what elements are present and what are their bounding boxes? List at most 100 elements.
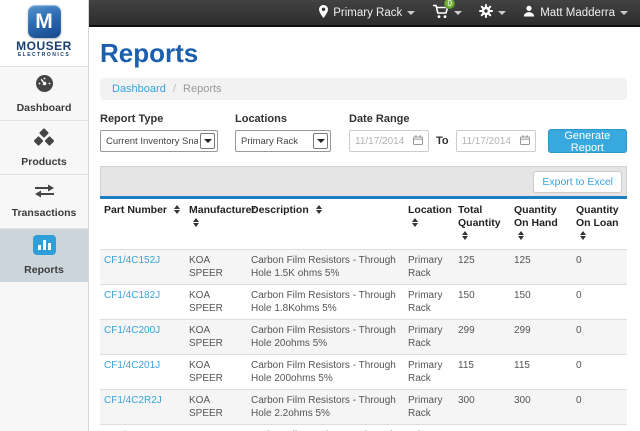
column-header-total-quantity[interactable]: Total Quantity bbox=[454, 198, 510, 250]
cell-part-number: CF1/4C152J bbox=[100, 250, 185, 285]
cell-quantity-on-loan: 0 bbox=[572, 355, 627, 390]
chevron-down-icon bbox=[620, 11, 628, 15]
chevron-down-icon bbox=[313, 133, 328, 149]
part-number-link[interactable]: CF1/4C200J bbox=[104, 325, 160, 336]
column-header-location[interactable]: Location bbox=[404, 198, 454, 250]
part-number-link[interactable]: CF1/4C2R2J bbox=[104, 395, 162, 406]
sidebar-item-dashboard[interactable]: Dashboard bbox=[0, 66, 88, 120]
chevron-down-icon bbox=[407, 11, 415, 15]
column-header-quantity-on-loan[interactable]: Quantity On Loan bbox=[572, 198, 627, 250]
cell-total-quantity: 150 bbox=[454, 285, 510, 320]
sort-icon bbox=[174, 205, 180, 214]
report-type-select[interactable]: Current Inventory Snapshot bbox=[100, 130, 218, 152]
cell-quantity-on-hand: 150 bbox=[510, 425, 572, 431]
cell-manufacturer: KOA SPEER bbox=[185, 250, 247, 285]
table-toolbar: Export to Excel bbox=[100, 166, 627, 196]
cubes-icon bbox=[33, 128, 55, 152]
cell-location: Primary Rack bbox=[404, 285, 454, 320]
cell-part-number: CF1/4C201J bbox=[100, 355, 185, 390]
date-to-value: 11/17/2014 bbox=[462, 136, 511, 147]
settings-menu[interactable] bbox=[479, 4, 506, 21]
sort-icon bbox=[580, 231, 586, 240]
cell-part-number: CF1/4C182J bbox=[100, 285, 185, 320]
locations-value: Primary Rack bbox=[241, 136, 311, 147]
locations-group: Locations Primary Rack bbox=[235, 113, 331, 152]
breadcrumb-current: Reports bbox=[183, 83, 222, 95]
cell-total-quantity: 115 bbox=[454, 355, 510, 390]
chevron-down-icon bbox=[200, 133, 215, 149]
part-number-link[interactable]: CF1/4C152J bbox=[104, 255, 160, 266]
cell-manufacturer: KOA SPEER bbox=[185, 425, 247, 431]
table-row: CF1/4C201JKOA SPEERCarbon Film Resistors… bbox=[100, 355, 627, 390]
sidebar-item-products[interactable]: Products bbox=[0, 120, 88, 174]
cell-part-number: CF1/4C2R2J bbox=[100, 390, 185, 425]
table-header: Part Number Manufacturer Description Loc… bbox=[100, 198, 627, 250]
breadcrumb-dashboard-link[interactable]: Dashboard bbox=[112, 83, 166, 95]
part-number-link[interactable]: CF1/4C201J bbox=[104, 360, 160, 371]
column-label: Quantity On Hand bbox=[514, 204, 558, 229]
transfer-arrows-icon bbox=[34, 184, 55, 203]
breadcrumb: Dashboard / Reports bbox=[100, 78, 627, 100]
cell-location: Primary Rack bbox=[404, 425, 454, 431]
cell-description: Carbon Film Resistors - Through Hole 1.8… bbox=[247, 285, 404, 320]
page-title: Reports bbox=[100, 38, 627, 69]
cell-location: Primary Rack bbox=[404, 390, 454, 425]
column-header-manufacturer[interactable]: Manufacturer bbox=[185, 198, 247, 250]
cell-quantity-on-loan: 0 bbox=[572, 285, 627, 320]
user-menu[interactable]: Matt Madderra bbox=[523, 5, 628, 20]
date-to-label: To bbox=[436, 135, 449, 147]
sidebar-nav: Dashboard Products bbox=[0, 66, 88, 282]
cell-quantity-on-hand: 125 bbox=[510, 250, 572, 285]
sidebar-item-label: Products bbox=[21, 156, 67, 168]
sidebar-item-reports[interactable]: Reports bbox=[0, 228, 88, 282]
cell-quantity-on-hand: 299 bbox=[510, 320, 572, 355]
cart-count-badge: 0 bbox=[444, 0, 455, 9]
sidebar-item-label: Dashboard bbox=[17, 102, 72, 114]
column-header-description[interactable]: Description bbox=[247, 198, 404, 250]
report-type-value: Current Inventory Snapshot bbox=[106, 136, 198, 147]
report-type-group: Report Type Current Inventory Snapshot bbox=[100, 113, 218, 152]
cart-icon: 0 bbox=[432, 4, 449, 22]
chevron-down-icon bbox=[498, 11, 506, 15]
date-from-input[interactable]: 11/17/2014 bbox=[349, 130, 429, 152]
sort-icon bbox=[412, 218, 418, 227]
column-label: Location bbox=[408, 204, 452, 216]
generate-report-button[interactable]: Generate Report bbox=[548, 129, 627, 153]
sidebar-item-transactions[interactable]: Transactions bbox=[0, 174, 88, 228]
brand-name: MOUSER bbox=[0, 39, 88, 53]
app-window: M MOUSER ELECTRONICS Dashboard bbox=[0, 0, 640, 431]
cell-manufacturer: KOA SPEER bbox=[185, 320, 247, 355]
cell-manufacturer: KOA SPEER bbox=[185, 285, 247, 320]
report-panel: Export to Excel Part Number Manufacturer… bbox=[100, 166, 627, 431]
column-header-quantity-on-hand[interactable]: Quantity On Hand bbox=[510, 198, 572, 250]
export-to-excel-button[interactable]: Export to Excel bbox=[533, 171, 622, 193]
logo-letter: M bbox=[35, 10, 53, 33]
mouser-logo-icon: M bbox=[28, 5, 61, 38]
column-header-part-number[interactable]: Part Number bbox=[100, 198, 185, 250]
report-type-label: Report Type bbox=[100, 113, 218, 125]
cell-quantity-on-hand: 115 bbox=[510, 355, 572, 390]
brand-logo[interactable]: M MOUSER ELECTRONICS bbox=[0, 0, 88, 66]
cell-description: Carbon Film Resistors - Through Hole 3.3… bbox=[247, 425, 404, 431]
cell-location: Primary Rack bbox=[404, 320, 454, 355]
cell-quantity-on-hand: 150 bbox=[510, 285, 572, 320]
location-label: Primary Rack bbox=[333, 7, 402, 19]
location-pin-icon bbox=[319, 5, 328, 21]
cart-menu[interactable]: 0 bbox=[432, 4, 462, 22]
sidebar-item-label: Transactions bbox=[12, 207, 77, 219]
sort-icon bbox=[518, 231, 524, 240]
topbar: Primary Rack 0 bbox=[89, 0, 640, 27]
locations-select[interactable]: Primary Rack bbox=[235, 130, 331, 152]
part-number-link[interactable]: CF1/4C182J bbox=[104, 290, 160, 301]
bar-chart-icon bbox=[33, 235, 56, 260]
column-label: Quantity On Loan bbox=[576, 204, 619, 229]
date-to-input[interactable]: 11/17/2014 bbox=[456, 130, 536, 152]
date-range-group: Date Range 11/17/2014 T bbox=[349, 113, 536, 152]
table-row: CF1/4C200JKOA SPEERCarbon Film Resistors… bbox=[100, 320, 627, 355]
sidebar: M MOUSER ELECTRONICS Dashboard bbox=[0, 0, 89, 431]
cell-quantity-on-loan: 0 bbox=[572, 390, 627, 425]
sort-icon bbox=[193, 218, 199, 227]
sidebar-item-label: Reports bbox=[24, 264, 64, 276]
location-selector[interactable]: Primary Rack bbox=[319, 5, 415, 21]
filters-bar: Report Type Current Inventory Snapshot L… bbox=[100, 113, 627, 153]
